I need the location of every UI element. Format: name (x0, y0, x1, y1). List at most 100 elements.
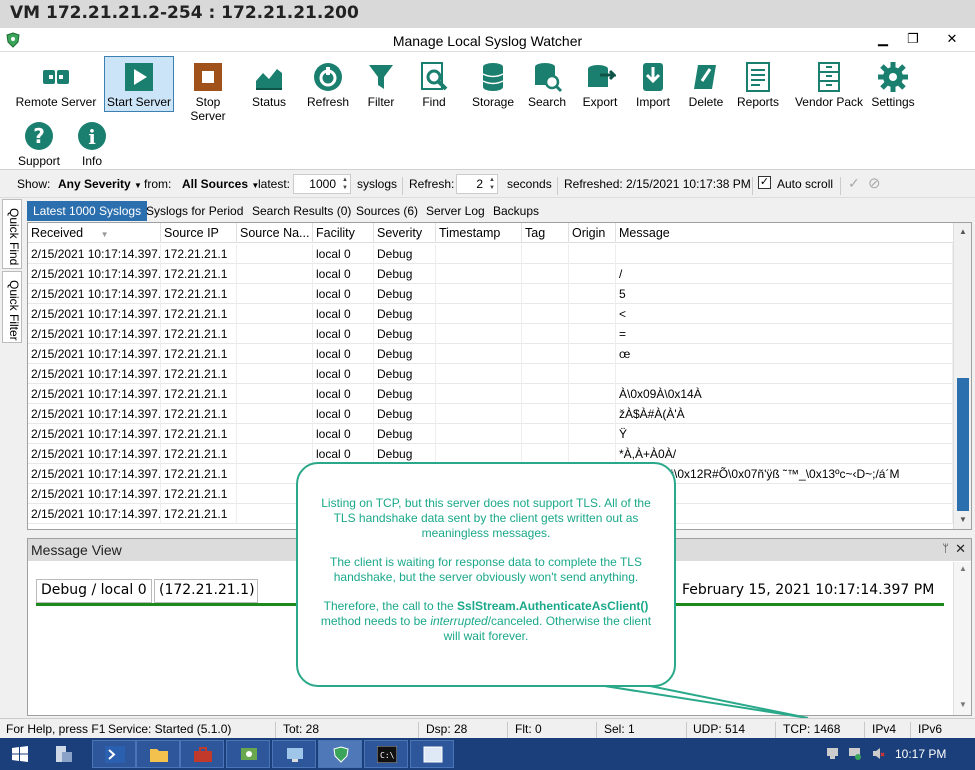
export-button[interactable]: Export (578, 56, 622, 112)
refresh-label: Refresh (306, 95, 350, 109)
refresh-button[interactable]: Refresh (303, 56, 353, 112)
maximize-button[interactable]: ❐ (898, 30, 928, 48)
cell-received: 2/15/2021 10:17:14.397... (28, 324, 161, 344)
taskbar-cmd[interactable]: C:\ (364, 740, 408, 768)
tab-syslogs-for-period[interactable]: Syslogs for Period (140, 201, 249, 221)
severity-dropdown[interactable]: Any Severity ▼ (58, 177, 142, 191)
column-header-tag[interactable]: Tag (522, 223, 569, 243)
column-header-message[interactable]: Message (616, 223, 953, 243)
table-row[interactable]: 2/15/2021 10:17:14.397...172.21.21.1 loca… (28, 404, 953, 424)
table-row[interactable]: 2/15/2021 10:17:14.397...172.21.21.1 loca… (28, 284, 953, 304)
taskbar-toolbox[interactable] (180, 740, 224, 768)
cell-severity: Debug (374, 364, 436, 384)
tray-monitor-icon[interactable] (848, 747, 861, 760)
storage-button[interactable]: Storage (468, 56, 518, 112)
cell-source-ip: 172.21.21.1 (161, 364, 237, 384)
quick-find-tab[interactable]: Quick Find (2, 199, 22, 269)
tab-search-results[interactable]: Search Results (0) (246, 201, 357, 221)
cancel-icon[interactable]: ⊘ (868, 174, 881, 192)
info-button[interactable]: i Info (72, 115, 112, 171)
remote-server-button[interactable]: Remote Server (14, 56, 98, 112)
settings-button[interactable]: Settings (868, 56, 918, 112)
scroll-up-icon[interactable]: ▲ (954, 224, 971, 240)
cell-message: œ (616, 344, 953, 364)
tab-server-log[interactable]: Server Log (420, 201, 491, 221)
question-icon: ? (25, 122, 53, 150)
taskbar-clock[interactable]: 10:17 PM (895, 747, 946, 761)
windows-start-icon[interactable] (12, 746, 28, 762)
column-header-severity[interactable]: Severity (374, 223, 436, 243)
column-header-facility[interactable]: Facility (313, 223, 374, 243)
taskbar-window[interactable] (410, 740, 454, 768)
scroll-thumb[interactable] (957, 378, 969, 511)
find-button[interactable]: Find (412, 56, 456, 112)
storage-label: Storage (471, 95, 515, 109)
auto-scroll-checkbox[interactable]: ✓ (758, 176, 771, 189)
vendor-pack-button[interactable]: Vendor Pack (792, 56, 866, 112)
taskbar-explorer[interactable] (136, 740, 180, 768)
taskbar-remote[interactable] (272, 740, 316, 768)
table-row[interactable]: 2/15/2021 10:17:14.397...172.21.21.1 loca… (28, 344, 953, 364)
refresh-stepper[interactable]: 2 (456, 174, 498, 194)
check-icon[interactable]: ✓ (848, 175, 860, 192)
table-row[interactable]: 2/15/2021 10:17:14.397...172.21.21.1 loca… (28, 444, 953, 464)
latest-stepper[interactable]: 1000 (293, 174, 351, 194)
support-button[interactable]: ? Support (14, 115, 64, 171)
table-row[interactable]: 2/15/2021 10:17:14.397...172.21.21.1 loca… (28, 244, 953, 264)
column-label: Received (31, 226, 84, 240)
close-button[interactable]: ✕ (932, 30, 972, 48)
tab-latest-syslogs[interactable]: Latest 1000 Syslogs (27, 201, 148, 221)
cell-source-name (237, 364, 313, 384)
cell-facility: local 0 (313, 364, 374, 384)
cell-origin (569, 284, 616, 304)
table-row[interactable]: 2/15/2021 10:17:14.397...172.21.21.1 loca… (28, 264, 953, 284)
tray-network-icon[interactable] (826, 747, 839, 760)
cell-source-name (237, 244, 313, 264)
minimize-button[interactable]: ▁ (868, 30, 898, 48)
taskbar-syslog-watcher[interactable] (318, 740, 362, 768)
taskbar-network[interactable] (226, 740, 270, 768)
status-udp: UDP: 514 (693, 722, 746, 736)
search-button[interactable]: Search (524, 56, 570, 112)
callout-text: method needs to be (320, 614, 431, 628)
scroll-up-icon[interactable]: ▲ (954, 564, 972, 573)
filter-button[interactable]: Filter (360, 56, 402, 112)
cell-timestamp (436, 244, 522, 264)
window-title-bar[interactable]: Manage Local Syslog Watcher ▁ ❐ ✕ (0, 28, 975, 52)
column-header-origin[interactable]: Origin (569, 223, 616, 243)
divider (402, 177, 403, 195)
tab-backups[interactable]: Backups (487, 201, 545, 221)
tab-sources[interactable]: Sources (6) (350, 201, 424, 221)
message-view-scrollbar[interactable]: ▲ ▼ (953, 562, 971, 715)
status-button[interactable]: Status (244, 56, 294, 112)
cell-received: 2/15/2021 10:17:14.397... (28, 384, 161, 404)
close-icon[interactable]: ✕ (955, 541, 966, 557)
taskbar-powershell[interactable] (92, 740, 136, 768)
cell-timestamp (436, 444, 522, 464)
table-row[interactable]: 2/15/2021 10:17:14.397...172.21.21.1 loca… (28, 324, 953, 344)
cell-source-name (237, 304, 313, 324)
table-row[interactable]: 2/15/2021 10:17:14.397...172.21.21.1 loca… (28, 424, 953, 444)
pin-icon[interactable]: ᛘ (942, 543, 949, 555)
table-row[interactable]: 2/15/2021 10:17:14.397...172.21.21.1 loca… (28, 304, 953, 324)
table-scrollbar[interactable]: ▲ ▼ (953, 223, 971, 529)
server-manager-icon[interactable] (54, 744, 74, 764)
table-row[interactable]: 2/15/2021 10:17:14.397...172.21.21.1 loca… (28, 364, 953, 384)
stop-server-button[interactable]: Stop Server (177, 56, 239, 123)
column-header-timestamp[interactable]: Timestamp (436, 223, 522, 243)
import-button[interactable]: Import (630, 56, 676, 112)
cell-origin (569, 324, 616, 344)
scroll-down-icon[interactable]: ▼ (954, 700, 972, 709)
column-header-received[interactable]: Received ▼ (28, 223, 161, 243)
reports-button[interactable]: Reports (734, 56, 782, 112)
scroll-down-icon[interactable]: ▼ (954, 512, 971, 528)
table-row[interactable]: 2/15/2021 10:17:14.397...172.21.21.1 loca… (28, 384, 953, 404)
start-server-button[interactable]: Start Server (104, 56, 174, 112)
tray-volume-icon[interactable] (872, 747, 885, 760)
column-header-source-ip[interactable]: Source IP (161, 223, 237, 243)
cell-received: 2/15/2021 10:17:14.397... (28, 304, 161, 324)
quick-filter-tab[interactable]: Quick Filter (2, 271, 22, 343)
sources-dropdown[interactable]: All Sources ▼ (182, 177, 259, 191)
delete-button[interactable]: Delete (684, 56, 728, 112)
column-header-source-name[interactable]: Source Na... (237, 223, 313, 243)
